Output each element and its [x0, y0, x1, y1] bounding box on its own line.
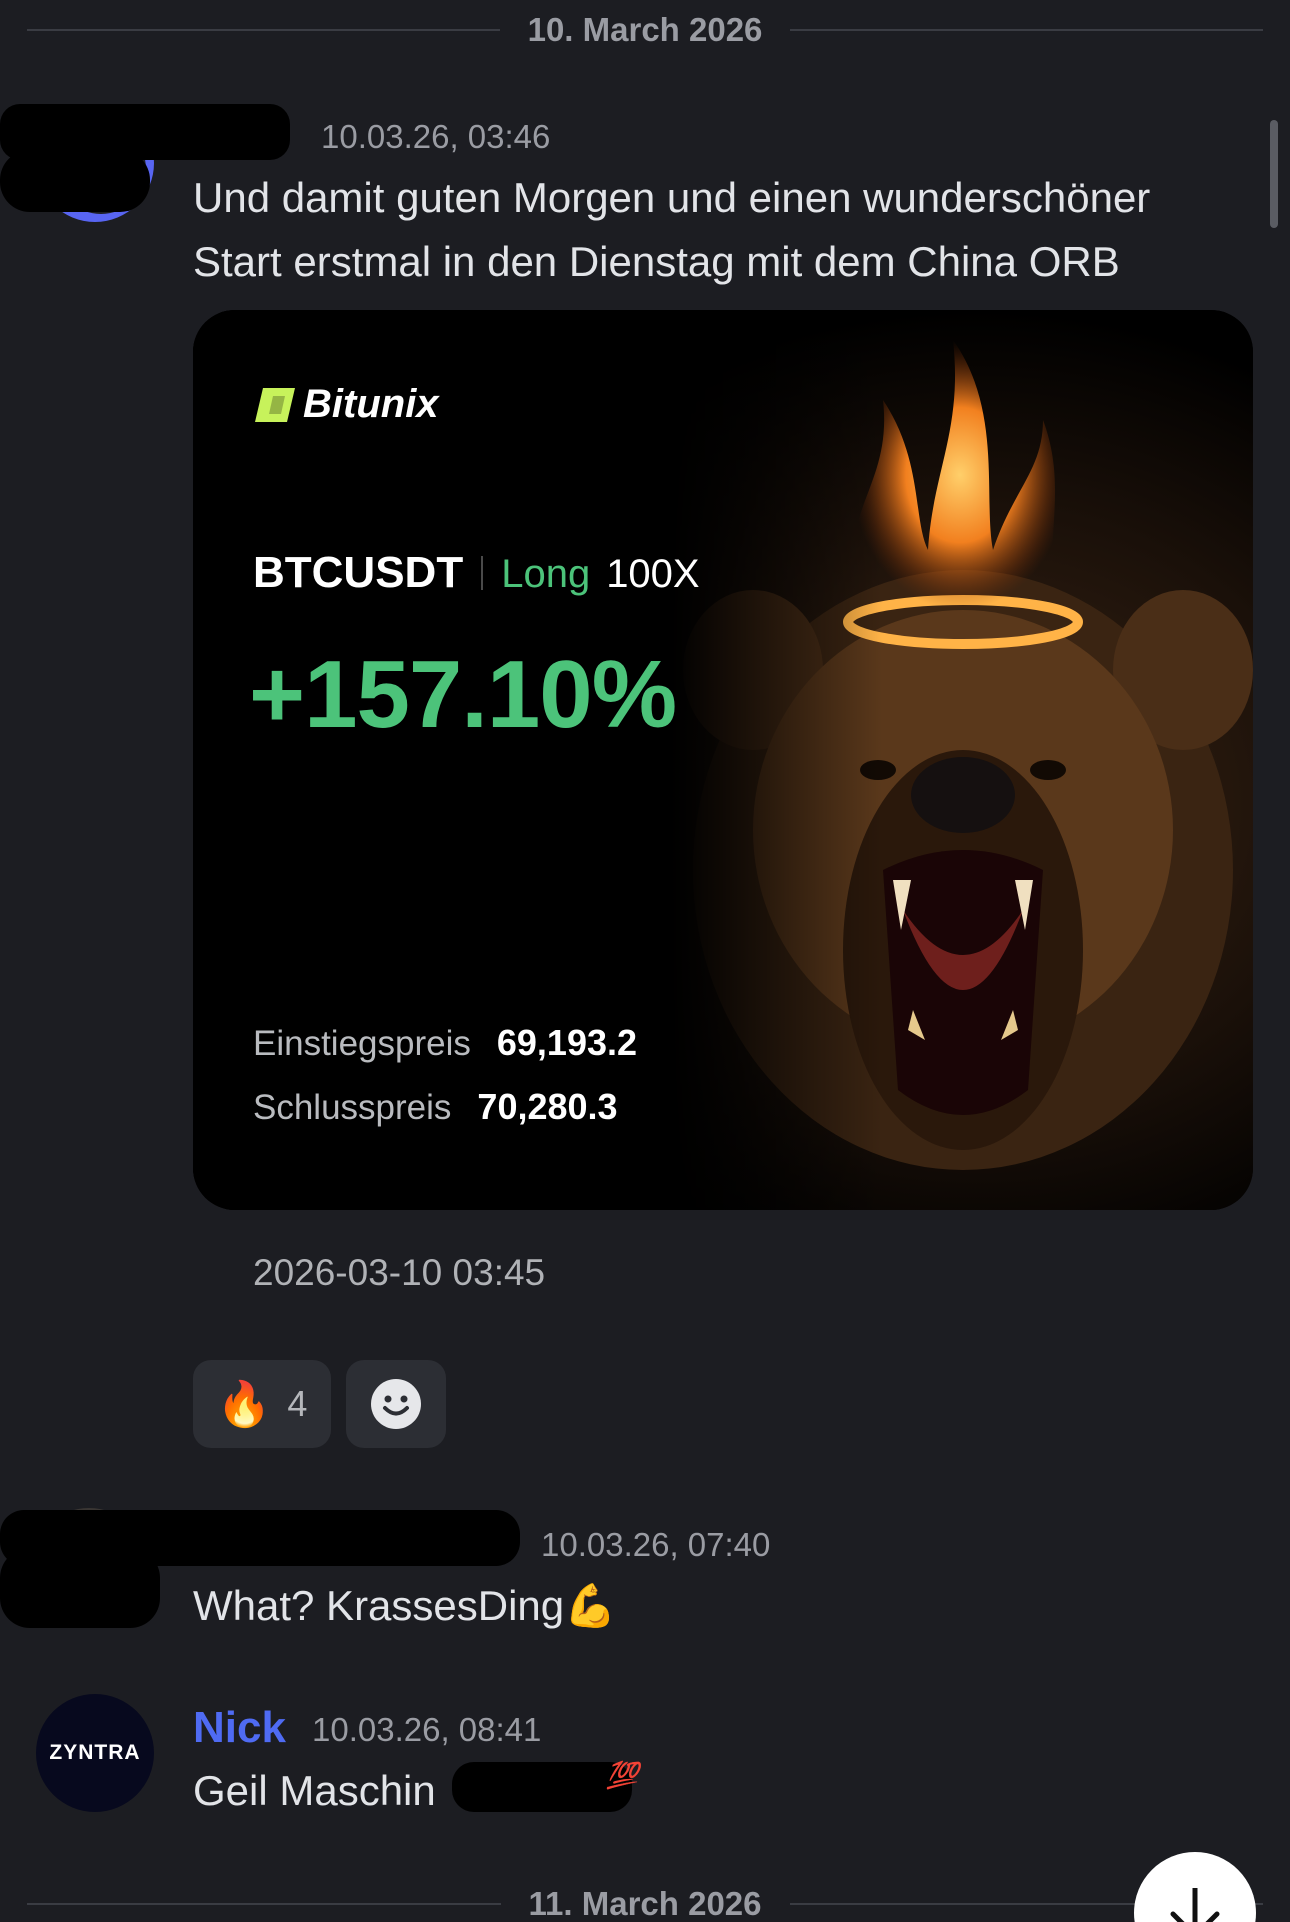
exit-price-row: Schlusspreis 70,280.3 [253, 1086, 618, 1128]
message-text: What? KrassesDing💪 [193, 1582, 617, 1629]
entry-price-label: Einstiegspreis [253, 1024, 471, 1063]
add-reaction-smiley-icon [371, 1379, 421, 1429]
divider-line [27, 29, 500, 31]
arrow-down-icon [1170, 1888, 1220, 1922]
date-divider-label: 11. March 2026 [528, 1885, 762, 1922]
bitunix-logo-icon [255, 387, 295, 422]
card-date: 2026-03-10 03:45 [253, 1252, 546, 1293]
message-text-line: Start erstmal in den Dienstag mit dem Ch… [193, 238, 1120, 285]
trade-result-card[interactable]: Bitunix BTCUSDT Long 100X +157.10% Einst… [193, 310, 1253, 1210]
bitunix-logo: Bitunix [255, 382, 439, 427]
divider-line [790, 29, 1264, 31]
entry-price-value: 69,193.2 [496, 1022, 638, 1063]
message-text: Geil Maschin [193, 1767, 436, 1814]
pair-separator [481, 556, 484, 590]
message-timestamp: 10.03.26, 03:46 [321, 118, 551, 155]
avatar-text: ZYNTRA [49, 1741, 141, 1764]
reaction-fire[interactable]: 🔥 4 [193, 1360, 331, 1448]
bear-crown-artwork [193, 310, 1253, 1210]
pnl-percent: +157.10% [249, 641, 677, 748]
redacted-avatar-area [0, 1548, 160, 1628]
add-reaction-button[interactable] [346, 1360, 446, 1448]
leverage: 100X [606, 552, 700, 596]
author-name[interactable]: Nick [193, 1703, 286, 1753]
message-timestamp: 10.03.26, 08:41 [312, 1711, 542, 1748]
trading-pair: BTCUSDT [253, 548, 464, 597]
redacted-text [452, 1762, 632, 1812]
message-text-line: Und damit guten Morgen und einen wunders… [193, 174, 1151, 221]
trade-pair-row: BTCUSDT Long 100X [253, 548, 700, 598]
redacted-avatar-area [0, 150, 150, 212]
brand-name: Bitunix [303, 382, 439, 426]
reaction-count: 4 [287, 1383, 308, 1424]
scrollbar-thumb[interactable] [1270, 120, 1278, 228]
scroll-to-bottom-button[interactable] [1134, 1852, 1256, 1922]
divider-line [27, 1903, 501, 1905]
date-divider-label: 10. March 2026 [527, 11, 763, 48]
date-divider: 11. March 2026 [27, 1874, 1263, 1922]
exit-price-label: Schlusspreis [253, 1088, 452, 1127]
exit-price-value: 70,280.3 [477, 1086, 618, 1127]
date-divider: 10. March 2026 [27, 0, 1264, 60]
fire-icon: 🔥 [216, 1380, 272, 1429]
entry-price-row: Einstiegspreis 69,193.2 [253, 1022, 637, 1064]
message-timestamp: 10.03.26, 07:40 [541, 1526, 771, 1563]
avatar[interactable]: ZYNTRA [36, 1694, 154, 1812]
chat-view: 10. March 2026 10.03.26, 03:46 Und damit… [0, 0, 1290, 1922]
hundred-icon: 💯 [606, 1760, 639, 1790]
trade-side: Long [501, 552, 591, 596]
